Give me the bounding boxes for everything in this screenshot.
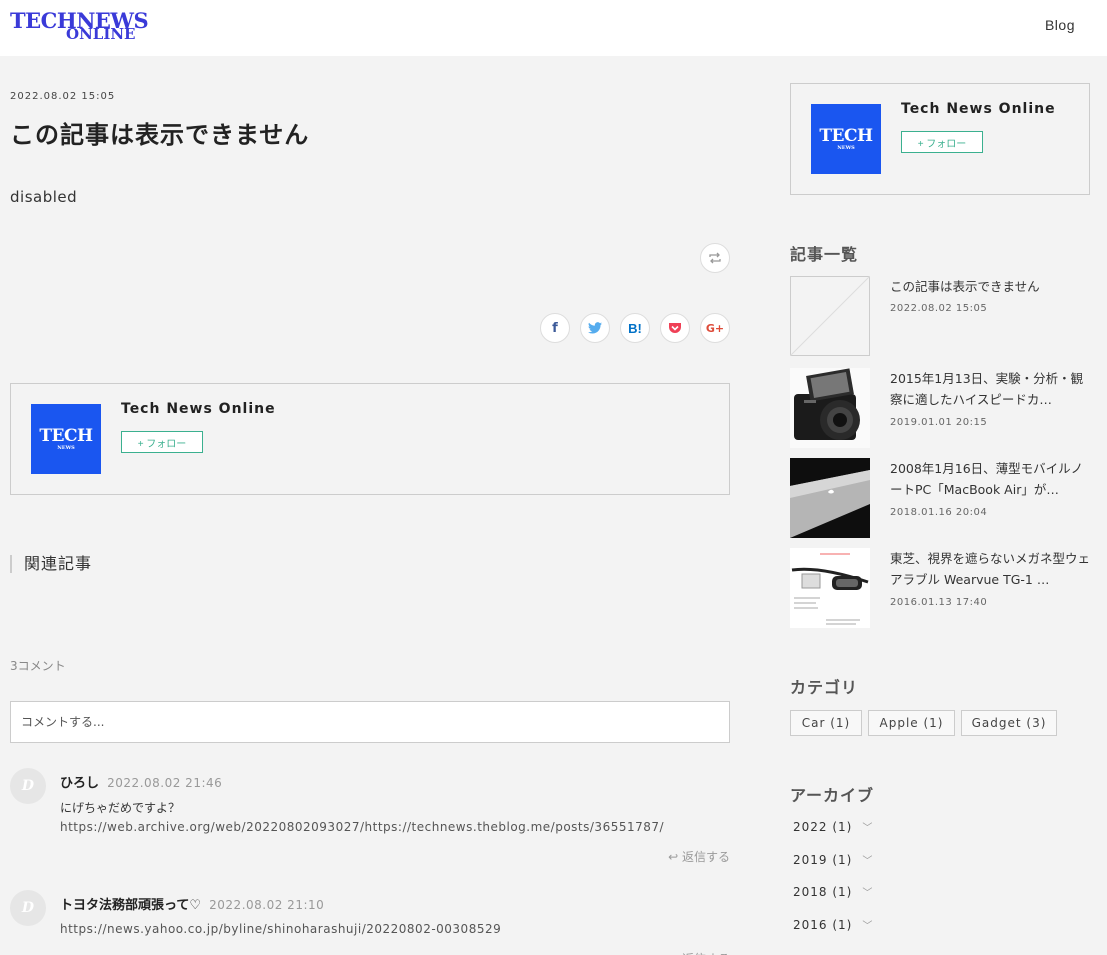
nav-blog-link[interactable]: Blog	[1045, 17, 1075, 33]
comment-header: トヨタ法務部頑張って♡ 2022.08.02 21:10	[60, 894, 324, 913]
share-googleplus-button[interactable]: G+	[700, 313, 730, 343]
article-title[interactable]: 2015年1月13日、実験・分析・観察に適したハイスピードカ…	[890, 368, 1090, 410]
commenter-avatar-icon: D	[10, 768, 46, 804]
category-tag-car[interactable]: Car (1)	[790, 710, 862, 736]
facebook-icon: f	[552, 320, 558, 336]
post-title: この記事は表示できません	[10, 121, 310, 149]
sidebar-article[interactable]: 2015年1月13日、実験・分析・観察に適したハイスピードカ… 2019.01.…	[790, 368, 1090, 448]
archive-item-2019[interactable]: 2019 (1) ﹀	[793, 852, 874, 868]
comment-input[interactable]	[10, 701, 730, 743]
post-body: disabled	[10, 188, 78, 206]
reply-arrow-icon: ↩	[668, 850, 682, 864]
pocket-icon	[669, 322, 681, 333]
comment-author: ひろし	[60, 776, 100, 791]
sidebar-article[interactable]: 東芝、視界を遮らないメガネ型ウェアラブル Wearvue TG-1 … 2016…	[790, 548, 1090, 628]
comment-item: D ひろし 2022.08.02 21:46 にげちゃだめですよ？ https:…	[10, 768, 730, 868]
sidebar-follow-button[interactable]: + フォロー	[901, 131, 983, 153]
archive-item-2016[interactable]: 2016 (1) ﹀	[793, 917, 874, 933]
article-date: 2016.01.13 17:40	[890, 597, 988, 608]
share-facebook-button[interactable]: f	[540, 313, 570, 343]
share-pocket-button[interactable]	[660, 313, 690, 343]
article-date: 2019.01.01 20:15	[890, 417, 988, 428]
related-articles-heading: 関連記事	[10, 555, 92, 573]
sidebar-author-card: TECH NEWS Tech News Online + フォロー	[790, 83, 1090, 195]
article-title[interactable]: 東芝、視界を遮らないメガネ型ウェアラブル Wearvue TG-1 …	[890, 548, 1090, 590]
reply-button[interactable]: ↩ 返信する	[668, 848, 730, 865]
archive-heading: アーカイブ	[790, 786, 875, 805]
category-tag-apple[interactable]: Apple (1)	[868, 710, 955, 736]
follow-button[interactable]: + フォロー	[121, 431, 203, 453]
commenter-avatar-icon: D	[10, 890, 46, 926]
post-date: 2022.08.02 15:05	[10, 91, 116, 102]
category-tag-gadget[interactable]: Gadget (3)	[961, 710, 1057, 736]
comment-time: 2022.08.02 21:46	[107, 776, 223, 790]
comment-count: 3コメント	[10, 659, 66, 673]
comment-time: 2022.08.02 21:10	[209, 898, 325, 912]
article-date: 2018.01.16 20:04	[890, 507, 988, 518]
chevron-down-icon: ﹀	[862, 823, 874, 834]
author-card: TECH NEWS Tech News Online + フォロー	[10, 383, 730, 495]
sidebar-author-avatar[interactable]: TECH NEWS	[811, 104, 881, 174]
share-twitter-button[interactable]	[580, 313, 610, 343]
article-title[interactable]: 2008年1月16日、薄型モバイルノートPC「MacBook Air」が…	[890, 458, 1090, 500]
hatena-icon: B!	[628, 320, 642, 336]
author-avatar[interactable]: TECH NEWS	[31, 404, 101, 474]
site-header: TECHNEWS ONLINE Blog	[0, 0, 1107, 56]
chevron-down-icon: ﹀	[862, 888, 874, 899]
twitter-icon	[588, 322, 602, 334]
article-date: 2022.08.02 15:05	[890, 303, 988, 314]
comment-header: ひろし 2022.08.02 21:46	[60, 772, 222, 791]
author-name[interactable]: Tech News Online	[121, 401, 276, 417]
sidebar-author-name[interactable]: Tech News Online	[901, 101, 1056, 117]
chevron-down-icon: ﹀	[862, 921, 874, 932]
reply-button[interactable]: ↩ 返信する	[668, 950, 730, 955]
comment-text: にげちゃだめですよ？	[60, 801, 181, 815]
archive-item-2022[interactable]: 2022 (1) ﹀	[793, 819, 874, 835]
categories-heading: カテゴリ	[790, 678, 859, 697]
laptop-thumbnail[interactable]	[790, 458, 870, 538]
articles-heading: 記事一覧	[790, 245, 859, 264]
article-title[interactable]: この記事は表示できません	[890, 276, 1090, 297]
googleplus-icon: G+	[705, 321, 725, 335]
glasses-thumbnail[interactable]	[790, 548, 870, 628]
comment-link[interactable]: https://web.archive.org/web/202208020930…	[60, 820, 664, 834]
share-hatena-button[interactable]: B!	[620, 313, 650, 343]
logo-line2: ONLINE	[66, 25, 136, 43]
reblog-icon	[709, 252, 721, 264]
camera-thumbnail[interactable]	[790, 368, 870, 448]
comment-link[interactable]: https://news.yahoo.co.jp/byline/shinohar…	[60, 922, 501, 936]
comment-author: トヨタ法務部頑張って♡	[60, 898, 202, 913]
archive-item-2018[interactable]: 2018 (1) ﹀	[793, 884, 874, 900]
chevron-down-icon: ﹀	[862, 856, 874, 867]
reblog-button[interactable]	[700, 243, 730, 273]
comment-item: D トヨタ法務部頑張って♡ 2022.08.02 21:10 https://n…	[10, 890, 730, 955]
site-logo[interactable]: TECHNEWS ONLINE	[10, 10, 149, 44]
sidebar-article[interactable]: この記事は表示できません 2022.08.02 15:05	[790, 276, 1090, 356]
sidebar-article[interactable]: 2008年1月16日、薄型モバイルノートPC「MacBook Air」が… 20…	[790, 458, 1090, 538]
article-thumbnail[interactable]	[790, 276, 870, 356]
